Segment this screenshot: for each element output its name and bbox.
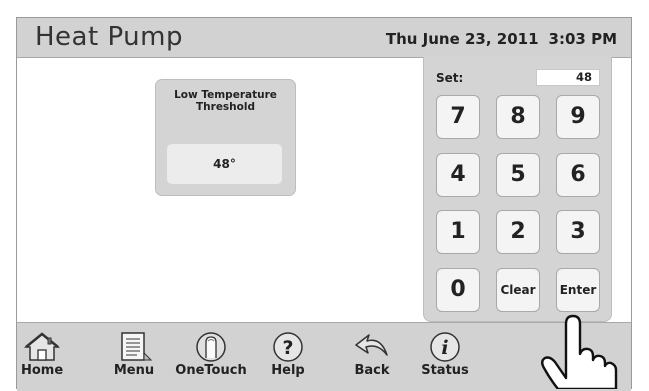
date-text: Thu June 23, 2011 (385, 30, 539, 48)
pointing-hand-cursor (541, 314, 618, 389)
key-4[interactable]: 4 (436, 153, 480, 197)
help-button[interactable]: ? Help (267, 331, 309, 378)
page-title: Heat Pump (35, 22, 183, 52)
onetouch-label: OneTouch (175, 363, 247, 378)
home-icon (23, 332, 61, 361)
numeric-keypad: Set: 48 7 8 9 4 5 6 1 2 3 0 Clear Enter (423, 57, 612, 322)
onetouch-button[interactable]: OneTouch (173, 331, 249, 378)
set-label: Set: (436, 71, 464, 85)
time-text: 3:03 PM (548, 30, 617, 48)
threshold-title: Low Temperature Threshold (156, 89, 295, 113)
menu-label: Menu (113, 363, 155, 378)
home-button[interactable]: Home (21, 331, 63, 378)
key-1[interactable]: 1 (436, 210, 480, 254)
menu-icon (121, 332, 153, 361)
key-0[interactable]: 0 (436, 268, 480, 312)
key-6[interactable]: 6 (556, 153, 600, 197)
onetouch-icon (196, 332, 226, 362)
help-icon: ? (273, 332, 303, 362)
svg-text:i: i (441, 337, 448, 359)
home-label: Home (21, 363, 64, 378)
key-2[interactable]: 2 (496, 210, 540, 254)
threshold-value: 48° (167, 144, 282, 184)
status-label: Status (421, 363, 469, 378)
svg-text:?: ? (282, 337, 293, 359)
key-5[interactable]: 5 (496, 153, 540, 197)
key-9[interactable]: 9 (556, 95, 600, 139)
menu-button[interactable]: Menu (113, 331, 155, 378)
status-button[interactable]: i Status (420, 331, 470, 378)
back-label: Back (354, 363, 390, 378)
threshold-card[interactable]: Low Temperature Threshold 48° (155, 79, 296, 196)
help-label: Help (271, 363, 305, 378)
back-icon (355, 334, 388, 356)
back-button[interactable]: Back (351, 331, 393, 378)
threshold-title-line2: Threshold (196, 101, 255, 113)
header-bar: Heat Pump Thu June 23, 2011 3:03 PM (17, 18, 631, 58)
status-icon: i (430, 332, 460, 362)
key-7[interactable]: 7 (436, 95, 480, 139)
threshold-title-line1: Low Temperature (174, 89, 277, 101)
datetime-display: Thu June 23, 2011 3:03 PM (386, 30, 617, 48)
key-8[interactable]: 8 (496, 95, 540, 139)
set-value-field[interactable]: 48 (536, 69, 600, 86)
key-3[interactable]: 3 (556, 210, 600, 254)
